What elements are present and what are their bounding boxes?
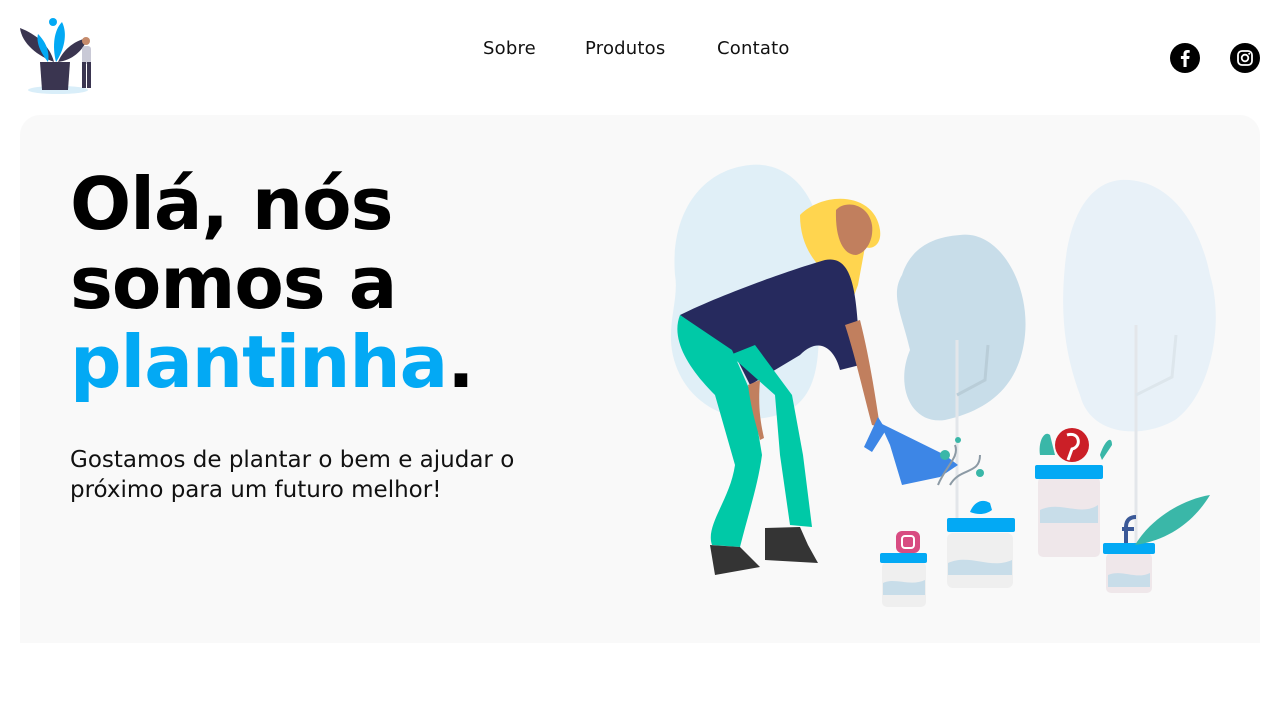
brand-name: plantinha xyxy=(70,320,448,404)
instagram-icon[interactable] xyxy=(1230,43,1260,73)
hero-section: Olá, nós somos a plantinha. Gostamos de … xyxy=(20,115,1260,643)
facebook-icon[interactable] xyxy=(1170,43,1200,73)
headline-line-2: somos a xyxy=(70,241,397,325)
nav-link-sobre[interactable]: Sobre xyxy=(483,38,536,59)
headline-line-1: Olá, nós xyxy=(70,162,393,246)
site-header: Sobre Produtos Contato xyxy=(0,0,1280,110)
woman-watering-plants-illustration xyxy=(670,164,1216,607)
main-nav: Sobre Produtos Contato xyxy=(0,38,1280,62)
hero-subtitle: Gostamos de plantar o bem e ajudar o pró… xyxy=(70,447,515,503)
nav-link-contato[interactable]: Contato xyxy=(717,38,790,59)
hero-headline: Olá, nós somos a plantinha. xyxy=(70,162,475,404)
headline-line-3: plantinha. xyxy=(70,320,475,404)
headline-period: . xyxy=(447,320,474,404)
nav-link-produtos[interactable]: Produtos xyxy=(585,38,665,59)
